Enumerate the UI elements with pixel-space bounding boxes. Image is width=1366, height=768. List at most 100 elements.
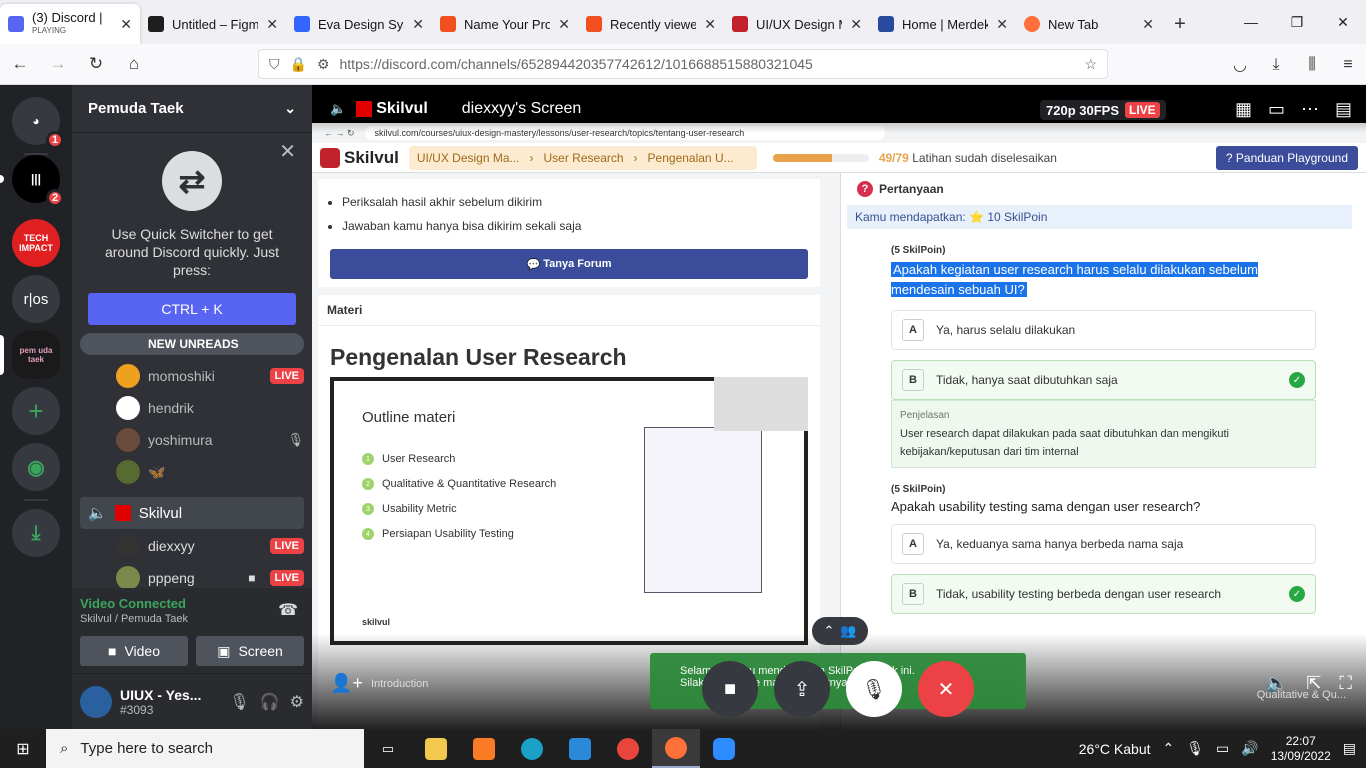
forward-icon[interactable]: → — [40, 48, 76, 80]
server-list: ◕ 1 ||| 2 TECH IMPACT r|os pem uda taek + … — [0, 85, 72, 729]
shortcut-button[interactable]: CTRL + K — [88, 293, 296, 325]
new-tab-button[interactable]: + — [1162, 4, 1198, 44]
volume-icon[interactable]: 🔊 — [1241, 740, 1258, 757]
close-tab-icon[interactable]: ✕ — [412, 16, 424, 33]
tab-name-project[interactable]: Name Your Proje✕ — [432, 4, 578, 44]
option-b: B Tidak, usability testing berbeda dengan… — [891, 574, 1316, 614]
slide: Outline materi 1 User Research 2 Qualitati… — [330, 377, 808, 645]
more-icon[interactable]: ⋯ — [1301, 99, 1319, 120]
close-icon[interactable]: ✕ — [279, 139, 296, 164]
progress-fill — [772, 153, 833, 162]
close-tab-icon[interactable]: ✕ — [266, 16, 278, 33]
voice-user[interactable]: momoshiki LIVE — [116, 362, 304, 390]
zoom-icon[interactable] — [700, 729, 748, 768]
disconnect-icon[interactable]: ☎ — [278, 600, 298, 620]
server-pemuda-taek[interactable]: pem uda taek — [12, 331, 60, 379]
screen-share-button[interactable]: ▣ Screen — [196, 636, 304, 666]
server-header[interactable]: Pemuda Taek ⌄ — [72, 85, 312, 133]
bookmark-star-icon[interactable]: ☆ — [1084, 56, 1097, 73]
connection-location[interactable]: Skilvul / Pemuda Taek — [80, 613, 188, 625]
lock-icon[interactable]: 🔒 — [290, 56, 307, 73]
mute-button[interactable]: 🎙 — [846, 661, 902, 717]
close-tab-icon[interactable]: ✕ — [850, 16, 862, 33]
home-icon[interactable]: ⌂ — [116, 48, 152, 80]
file-explorer-icon[interactable] — [412, 729, 460, 768]
microphone-icon[interactable]: 🎙 — [1186, 740, 1204, 757]
minimize-icon[interactable]: — — [1228, 0, 1274, 44]
tab-new-tab[interactable]: New Tab ✕ — [1016, 4, 1162, 44]
reload-icon[interactable]: ↻ — [78, 48, 114, 80]
back-icon[interactable]: ← — [2, 48, 38, 80]
close-tab-icon[interactable]: ✕ — [704, 16, 716, 33]
grid-layout-icon[interactable]: ▦ — [1235, 99, 1252, 120]
chat-icon[interactable]: ▤ — [1335, 99, 1352, 120]
instruction-item: Jawaban kamu hanya bisa dikirim sekali s… — [342, 219, 808, 233]
tab-eva[interactable]: Eva Design Syste✕ — [286, 4, 432, 44]
skilvul-logo: Skilvul — [320, 147, 399, 168]
chevron-up-icon[interactable]: ⌃ — [1163, 740, 1175, 757]
weather[interactable]: 26°C Kabut — [1079, 741, 1151, 757]
task-view-icon[interactable]: ▭ — [364, 729, 412, 768]
download-apps-icon[interactable]: ⤓ — [12, 509, 60, 557]
video-button[interactable]: ■ Video — [80, 636, 188, 666]
pocket-icon[interactable]: ◡ — [1222, 55, 1258, 75]
popout-icon[interactable]: ▭ — [1268, 99, 1285, 120]
discord-home-icon[interactable]: ◕ 1 — [12, 97, 64, 149]
red-square-icon — [356, 101, 373, 117]
avatar — [116, 534, 140, 558]
camera-button[interactable]: ■ — [702, 661, 758, 717]
speaker-icon[interactable]: 🔈 — [330, 101, 346, 117]
downloads-icon[interactable]: ⤓ — [1258, 56, 1294, 74]
voice-user[interactable]: yoshimura 🎙 — [116, 426, 304, 454]
add-server-icon[interactable]: + — [12, 387, 60, 435]
browser-tab-bar: (3) Discord | PLAYING ✕ Untitled – Figma… — [0, 0, 1366, 44]
windows-start-icon[interactable]: ⊞ — [0, 739, 46, 759]
tab-merdeka[interactable]: Home | Merdeka✕ — [870, 4, 1016, 44]
new-unreads-bar[interactable]: NEW UNREADS — [80, 333, 304, 355]
tab-figma[interactable]: Untitled – Figma ✕ — [140, 4, 286, 44]
firefox-icon[interactable] — [652, 729, 700, 768]
vscode-icon[interactable] — [556, 729, 604, 768]
server-rios[interactable]: r|os — [12, 275, 60, 323]
battery-icon[interactable]: ▭ — [1216, 740, 1229, 757]
share-screen-button[interactable]: ⇪ — [774, 661, 830, 717]
close-tab-icon[interactable]: ✕ — [1142, 16, 1154, 33]
members-toggle[interactable]: ⌃ 👥 — [812, 617, 868, 645]
chrome-icon[interactable] — [604, 729, 652, 768]
server-icon[interactable]: ||| 2 — [12, 155, 64, 207]
voice-user[interactable]: diexxyy LIVE — [116, 532, 304, 560]
slide-title: Outline materi — [362, 409, 456, 426]
tab-recently-viewed[interactable]: Recently viewed ✕ — [578, 4, 724, 44]
clock[interactable]: 22:07 13/09/2022 — [1271, 734, 1331, 764]
menu-icon[interactable]: ≡ — [1330, 56, 1366, 74]
permissions-icon[interactable]: ⚙ — [317, 56, 330, 73]
edge-icon[interactable] — [508, 729, 556, 768]
close-window-icon[interactable]: ✕ — [1320, 0, 1366, 44]
xampp-icon[interactable] — [460, 729, 508, 768]
voice-user[interactable]: hendrik — [116, 394, 304, 422]
slide-item: 1 User Research — [362, 453, 556, 465]
skilvul-logo-icon — [320, 147, 340, 168]
avatar[interactable] — [80, 685, 112, 718]
headphones-icon[interactable]: 🎧 — [260, 692, 280, 712]
add-people[interactable]: 👤+ Introduction — [330, 673, 428, 694]
close-tab-icon[interactable]: ✕ — [120, 16, 132, 33]
tab-discord[interactable]: (3) Discord | PLAYING ✕ — [0, 4, 140, 44]
voice-channel-skilvul[interactable]: 🔈 Skilvul — [80, 497, 304, 529]
mute-icon[interactable]: 🎙 — [229, 692, 249, 712]
close-tab-icon[interactable]: ✕ — [996, 16, 1008, 33]
close-tab-icon[interactable]: ✕ — [558, 16, 570, 33]
taskbar-search[interactable]: ⌕ Type here to search — [46, 729, 364, 768]
settings-gear-icon[interactable]: ⚙ — [290, 692, 304, 712]
disconnect-button[interactable]: ✕ — [918, 661, 974, 717]
notifications-icon[interactable]: ▤ — [1343, 740, 1356, 757]
server-tech-impact[interactable]: TECH IMPACT — [12, 219, 60, 267]
library-icon[interactable]: ⫼ — [1294, 56, 1330, 74]
explore-compass-icon[interactable]: ◉ — [12, 443, 60, 491]
address-bar[interactable]: ⛉ 🔒 ⚙ https://discord.com/channels/65289… — [258, 49, 1108, 79]
shield-icon[interactable]: ⛉ — [269, 56, 280, 73]
figma-favicon-icon — [586, 16, 602, 32]
tab-uiux-design[interactable]: UI/UX Design Ma✕ — [724, 4, 870, 44]
voice-user[interactable]: 🦋 — [116, 458, 304, 486]
restore-icon[interactable]: ❐ — [1274, 0, 1320, 44]
